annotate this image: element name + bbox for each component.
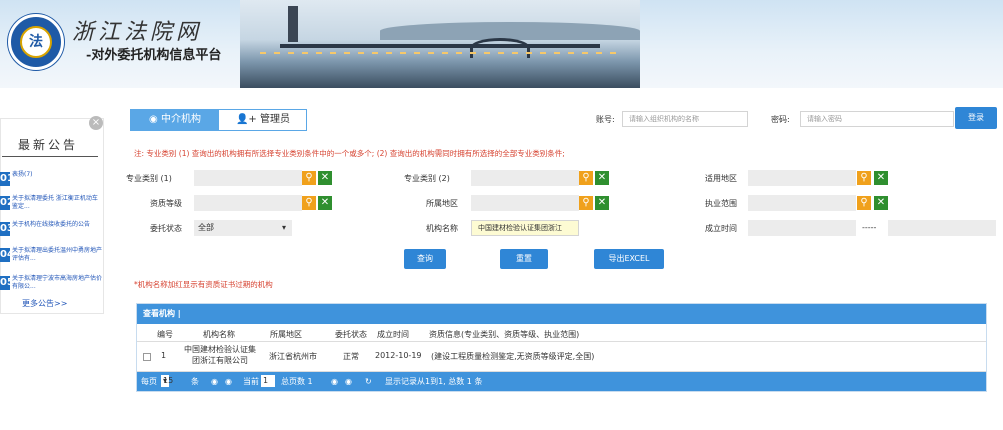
prev-page-icon[interactable]: ◉ (225, 372, 232, 391)
eye-icon: ◉ (149, 114, 161, 125)
region-field[interactable] (471, 195, 579, 211)
password-input[interactable]: 请输入密码 (800, 111, 954, 127)
notice-item[interactable]: 04 关于拟清理出委托温州中勇房地产评估有... (0, 246, 104, 268)
table-caption: 查看机构 | (137, 304, 986, 324)
apply-region-field[interactable] (748, 170, 856, 186)
password-label: 密码: (771, 115, 790, 124)
search-icon[interactable]: ⚲ (302, 196, 316, 210)
notice-item[interactable]: 05 关于拟清理宁波市高海房地产估价有限公... (0, 274, 104, 296)
notice-item[interactable]: 02 关于拟清理委托 浙江衡正机动车鉴定... (0, 194, 104, 216)
tab-admin[interactable]: 👤+ 管理员 (219, 110, 307, 130)
scope-label: 执业范围 (705, 199, 737, 208)
founded-end-field[interactable] (888, 220, 996, 236)
search-icon[interactable]: ⚲ (579, 171, 593, 185)
apply-region-label: 适用地区 (705, 174, 737, 183)
row-checkbox[interactable] (143, 353, 151, 361)
add-user-icon: 👤+ (235, 114, 260, 125)
clear-icon[interactable]: ✕ (595, 171, 609, 185)
query-note: 注: 专业类别 (1) 查询出的机构拥有所选择专业类别条件中的一个或多个; (2… (134, 149, 565, 158)
level-label: 资质等级 (150, 199, 182, 208)
date-separator: ----- (862, 223, 877, 232)
clear-icon[interactable]: ✕ (874, 196, 888, 210)
founded-label: 成立时间 (705, 224, 737, 233)
notice-title: 最新公告 (18, 138, 79, 152)
category1-label: 专业类别 (1) (126, 174, 172, 183)
founded-start-field[interactable] (748, 220, 856, 236)
expired-warning: *机构名称加红显示有资质证书过期的机构 (134, 280, 273, 289)
first-page-icon[interactable]: ◉ (211, 372, 218, 391)
table-row[interactable]: 1 中国建材检验认证集 团浙江有限公司 浙江省杭州市 正常 2012-10-19… (137, 342, 986, 372)
close-icon[interactable]: × (89, 116, 103, 130)
level-field[interactable] (194, 195, 302, 211)
region-label: 所属地区 (426, 199, 458, 208)
row-name-line2[interactable]: 团浙江有限公司 (175, 355, 265, 366)
category2-label: 专业类别 (2) (404, 174, 450, 183)
refresh-icon[interactable]: ↻ (365, 372, 372, 391)
notice-item[interactable]: 01 表扬(7) (0, 170, 104, 192)
category2-field[interactable] (471, 170, 579, 186)
agency-name-input[interactable]: 中国建材检验认证集团浙江 (471, 220, 579, 236)
search-icon[interactable]: ⚲ (302, 171, 316, 185)
pagination-bar: 每页 15 ▾ 条 ◉ ◉ 当前 1 总页数 1 ◉ ◉ ↻ 显示记录从1到1,… (137, 372, 986, 391)
notice-divider (2, 156, 98, 157)
next-page-icon[interactable]: ◉ (331, 372, 338, 391)
clear-icon[interactable]: ✕ (595, 196, 609, 210)
search-icon[interactable]: ⚲ (579, 196, 593, 210)
agency-table: 查看机构 | 编号 机构名称 所属地区 委托状态 成立时间 资质信息(专业类别、… (136, 303, 987, 392)
tab-agency[interactable]: ◉ 中介机构 (131, 110, 219, 130)
site-title: 浙江法院网 (72, 20, 203, 45)
per-page-select[interactable]: 15 ▾ (161, 375, 173, 387)
query-button[interactable]: 查询 (404, 249, 446, 269)
login-button[interactable]: 登录 (955, 107, 997, 129)
reset-button[interactable]: 重置 (500, 249, 548, 269)
scope-field[interactable] (748, 195, 856, 211)
header-banner: 法 浙江法院网 -对外委托机构信息平台 (0, 0, 1003, 88)
clear-icon[interactable]: ✕ (318, 171, 332, 185)
last-page-icon[interactable]: ◉ (345, 372, 352, 391)
export-excel-button[interactable]: 导出EXCEL (594, 249, 664, 269)
court-emblem-logo: 法 (8, 14, 64, 70)
account-input[interactable]: 请输入组织机构的名称 (622, 111, 748, 127)
clear-icon[interactable]: ✕ (318, 196, 332, 210)
more-notices-link[interactable]: 更多公告>> (22, 298, 67, 309)
banner-scenery-image (240, 0, 640, 88)
clear-icon[interactable]: ✕ (874, 171, 888, 185)
search-icon[interactable]: ⚲ (857, 196, 871, 210)
tab-bar: ◉ 中介机构 👤+ 管理员 (130, 109, 307, 131)
page-input[interactable]: 1 (261, 375, 275, 387)
row-name-line1[interactable]: 中国建材检验认证集 (175, 344, 265, 355)
table-header: 编号 机构名称 所属地区 委托状态 成立时间 资质信息(专业类别、资质等级、执业… (137, 326, 986, 342)
name-label: 机构名称 (426, 224, 458, 233)
status-select[interactable]: 全部 ▾ (194, 220, 292, 236)
dropdown-arrow-icon: ▾ (281, 223, 286, 232)
status-label: 委托状态 (150, 224, 182, 233)
notice-item[interactable]: 03 关于机构在线接收委托的公告 (0, 220, 104, 242)
account-label: 账号: (596, 115, 615, 124)
category1-field[interactable] (194, 170, 302, 186)
search-icon[interactable]: ⚲ (857, 171, 871, 185)
site-subtitle: -对外委托机构信息平台 (86, 48, 222, 63)
